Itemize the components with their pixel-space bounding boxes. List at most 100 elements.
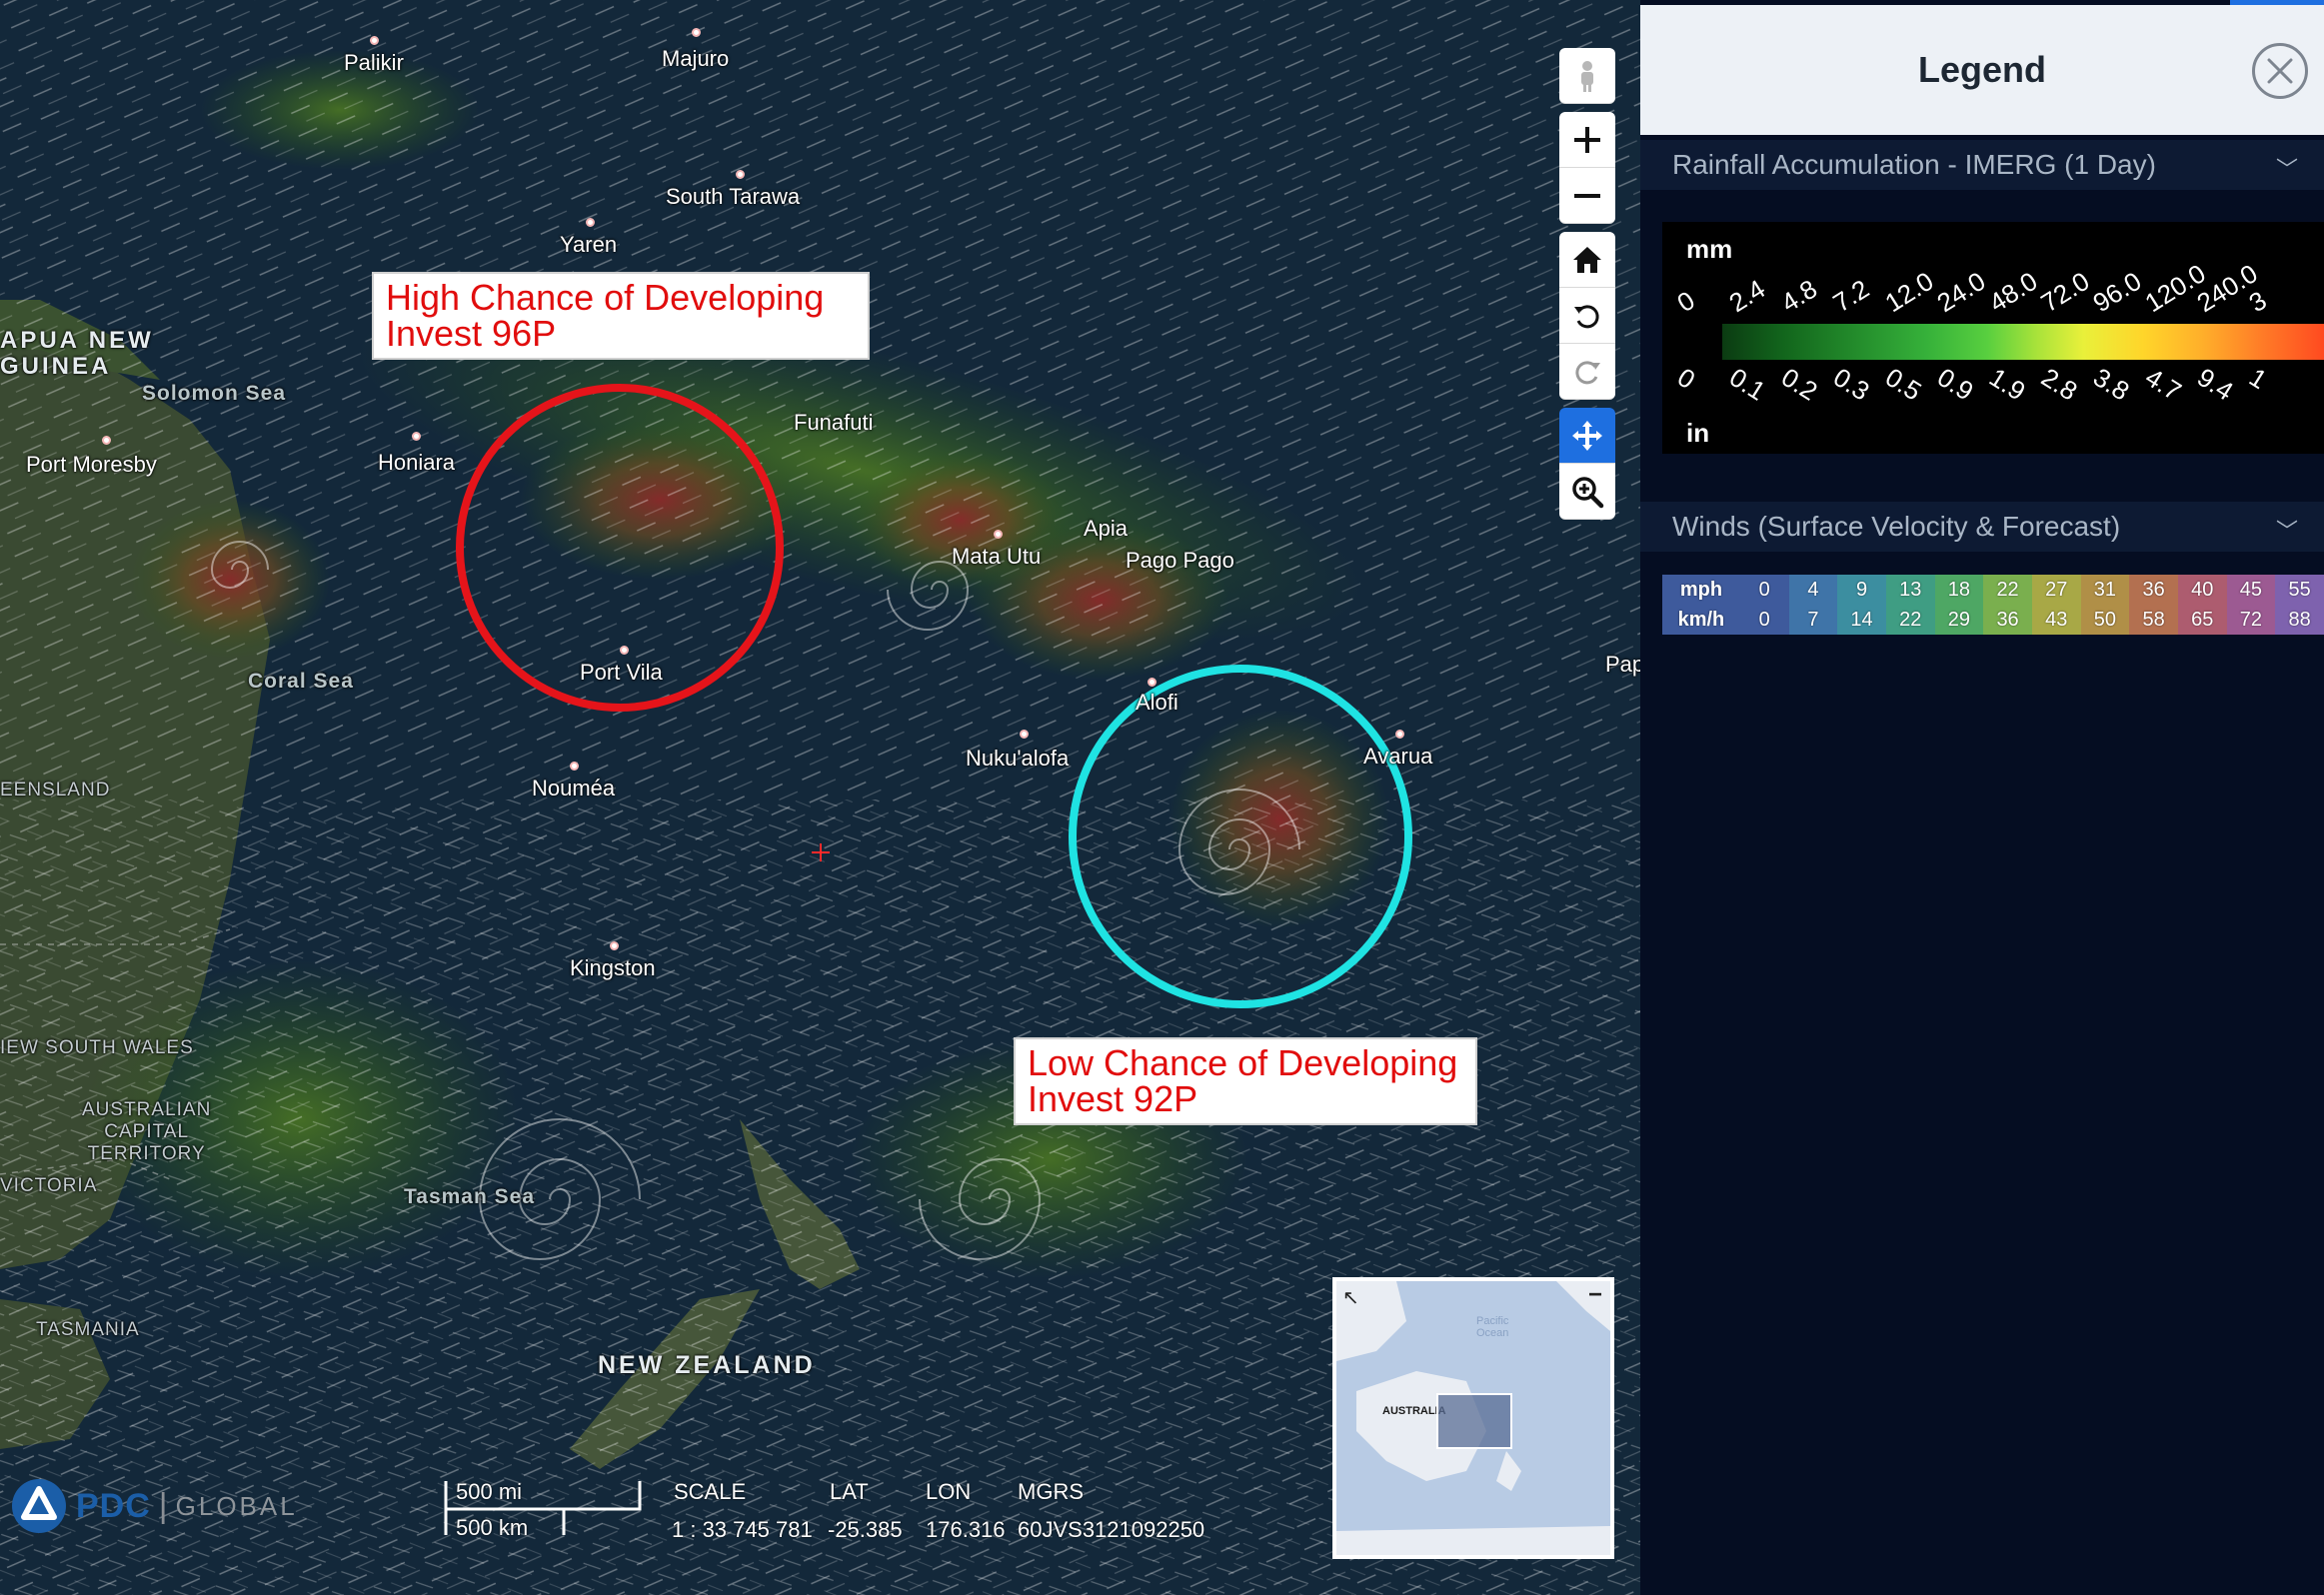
minimap-expand-icon[interactable]: ↖ bbox=[1342, 1285, 1359, 1310]
rainfall-in-tick: 9.4 bbox=[2192, 362, 2239, 407]
rotate-right-button[interactable] bbox=[1559, 344, 1615, 400]
place-new-zealand: NEW ZEALAND bbox=[598, 1351, 816, 1379]
minimap-ocean-label: Pacific Ocean bbox=[1476, 1315, 1509, 1339]
rainfall-mm-tick: 72.0 bbox=[2035, 265, 2095, 319]
street-view-button[interactable] bbox=[1559, 48, 1615, 104]
rainfall-in-tick: 0.1 bbox=[1724, 362, 1771, 407]
place-yaren: Yaren bbox=[560, 218, 617, 257]
invest-92p-callout-line2: Invest 92P bbox=[1028, 1078, 1198, 1119]
place-tasmania: TASMANIA bbox=[36, 1319, 140, 1340]
street-view-icon bbox=[1581, 60, 1593, 92]
mgrs-value: 60JVS3121092250 bbox=[1018, 1517, 1205, 1542]
zoom-in-icon bbox=[1574, 126, 1600, 153]
place-nukualofa: Nuku'alofa bbox=[966, 730, 1069, 771]
wind-kmh-cell: 72 bbox=[2226, 605, 2276, 635]
scale-value: 1 : 33 745 781 bbox=[672, 1517, 813, 1542]
rainfall-in-tick: 1.9 bbox=[1984, 362, 2031, 407]
lon-value: 176.316 bbox=[926, 1517, 1006, 1542]
wind-kmh-cell: 50 bbox=[2080, 605, 2130, 635]
place-funafuti: Funafuti bbox=[794, 410, 874, 435]
legend-header: Legend bbox=[1640, 5, 2324, 135]
scale-bar: 500 mi 500 km bbox=[444, 1479, 644, 1540]
rotate-left-button[interactable] bbox=[1559, 288, 1615, 344]
scale-bar-km: 500 km bbox=[456, 1515, 529, 1540]
wind-kmh-cell: 88 bbox=[2275, 605, 2324, 635]
rainfall-section-title: Rainfall Accumulation - IMERG (1 Day) bbox=[1672, 149, 2156, 180]
place-coral-sea: Coral Sea bbox=[248, 670, 354, 693]
wind-mph-cell: 40 bbox=[2177, 575, 2227, 605]
legend-title: Legend bbox=[1917, 49, 2046, 90]
place-pago-pago: Pago Pago bbox=[1126, 548, 1234, 573]
place-honiara: Honiara bbox=[378, 432, 455, 475]
place-alofi: Alofi bbox=[1136, 678, 1178, 715]
lon-label: LON bbox=[926, 1479, 972, 1504]
mgrs-label: MGRS bbox=[1018, 1479, 1084, 1504]
rainfall-unit-mm: mm bbox=[1686, 234, 1733, 264]
place-papua-new-guinea: APUA NEW GUINEA bbox=[0, 327, 154, 380]
rainfall-mm-tick: 48.0 bbox=[1983, 265, 2043, 319]
home-button[interactable] bbox=[1559, 232, 1615, 288]
rainfall-mm-tick: 12.0 bbox=[1879, 265, 1939, 319]
place-solomon-sea: Solomon Sea bbox=[142, 382, 287, 405]
map-toolbar bbox=[1559, 48, 1615, 520]
rainfall-in-tick: 0 bbox=[1672, 362, 1701, 396]
place-port-moresby: Port Moresby bbox=[26, 436, 157, 477]
wind-kmh-cell: 65 bbox=[2177, 605, 2227, 635]
wind-kmh-cell: 0 bbox=[1739, 605, 1789, 635]
wind-mph-cell: 0 bbox=[1739, 575, 1789, 605]
brand-separator: | bbox=[158, 1486, 168, 1525]
place-avarua: Avarua bbox=[1363, 730, 1432, 769]
wind-kmh-cell: 14 bbox=[1837, 605, 1886, 635]
place-majuro: Majuro bbox=[662, 28, 729, 71]
invest-96p-callout-line2: Invest 96P bbox=[386, 313, 557, 354]
pan-icon bbox=[1572, 420, 1602, 451]
rainfall-section-header[interactable]: Rainfall Accumulation - IMERG (1 Day) ﹀ bbox=[1640, 140, 2324, 190]
wind-mph-cell: 31 bbox=[2080, 575, 2130, 605]
wind-speed-scale: mph 0 4 9 13 18 22 27 31 36 40 45 55 km/h 0 7 14 22 29 3… bbox=[1662, 575, 2324, 635]
place-new-south-wales: IEW SOUTH WALES bbox=[0, 1037, 194, 1058]
zoom-box-icon bbox=[1572, 476, 1604, 508]
map-view[interactable]: Palikir Majuro South Tarawa Yaren APUA N… bbox=[0, 0, 1640, 1595]
wind-kmh-cell: 36 bbox=[1983, 605, 2032, 635]
place-victoria: VICTORIA bbox=[0, 1175, 98, 1196]
place-kingston: Kingston bbox=[570, 941, 656, 980]
rainfall-mm-tick: 0 bbox=[1671, 285, 1700, 319]
place-apia: Apia bbox=[1084, 516, 1129, 541]
place-tasman-sea: Tasman Sea bbox=[404, 1185, 536, 1208]
home-icon bbox=[1573, 246, 1601, 273]
wind-kmh-row: km/h 0 7 14 22 29 36 43 50 58 65 72 88 bbox=[1662, 605, 2324, 635]
place-noumea: Nouméa bbox=[532, 762, 615, 800]
app-window: Palikir Majuro South Tarawa Yaren APUA N… bbox=[0, 0, 2324, 1595]
minimap-collapse-icon[interactable]: − bbox=[1588, 1281, 1602, 1309]
chevron-down-icon: ﹀ bbox=[2275, 519, 2298, 544]
rainfall-in-tick: 0.5 bbox=[1880, 362, 1927, 407]
zoom-in-button[interactable] bbox=[1559, 112, 1615, 168]
zoom-box-button[interactable] bbox=[1559, 464, 1615, 520]
rotate-left-icon bbox=[1574, 304, 1599, 328]
place-act: AUSTRALIAN CAPITAL TERRITORY bbox=[82, 1099, 212, 1164]
rainfall-color-scale: mm 0 2.4 4.8 7.2 12.0 24.0 48.0 72.0 96.0 120.0 24… bbox=[1662, 222, 2324, 454]
winds-section-header[interactable]: Winds (Surface Velocity & Forecast) ﹀ bbox=[1640, 502, 2324, 552]
close-icon bbox=[2267, 58, 2293, 84]
zoom-out-icon bbox=[1574, 193, 1600, 198]
wind-mph-row: mph 0 4 9 13 18 22 27 31 36 40 45 55 bbox=[1662, 575, 2324, 605]
pdc-global-logo: PDC | GLOBAL bbox=[10, 1477, 298, 1535]
rainfall-mm-tick: 2.4 bbox=[1723, 273, 1771, 319]
place-port-vila: Port Vila bbox=[580, 646, 663, 685]
rainfall-gradient-bar bbox=[1722, 324, 2324, 360]
rainfall-in-tick: 0.3 bbox=[1828, 362, 1875, 407]
place-queensland: EENSLAND bbox=[0, 780, 111, 800]
wind-mph-cell: 22 bbox=[1983, 575, 2032, 605]
wind-mph-cell: 45 bbox=[2226, 575, 2276, 605]
brand-pdc: PDC bbox=[76, 1486, 151, 1525]
wind-kmh-label: km/h bbox=[1662, 605, 1740, 635]
pan-button[interactable] bbox=[1559, 408, 1615, 464]
wind-mph-cell: 13 bbox=[1885, 575, 1935, 605]
overview-minimap[interactable]: Pacific Ocean AUSTRALIA ↖ − bbox=[1332, 1277, 1614, 1559]
rainfall-mm-tick: 7.2 bbox=[1827, 273, 1875, 319]
zoom-out-button[interactable] bbox=[1559, 168, 1615, 224]
rainfall-mm-tick: 3 bbox=[2243, 285, 2272, 319]
legend-close-button[interactable] bbox=[2252, 43, 2308, 99]
place-pap: Pap bbox=[1605, 652, 1640, 677]
minimap-viewport[interactable] bbox=[1436, 1393, 1512, 1449]
